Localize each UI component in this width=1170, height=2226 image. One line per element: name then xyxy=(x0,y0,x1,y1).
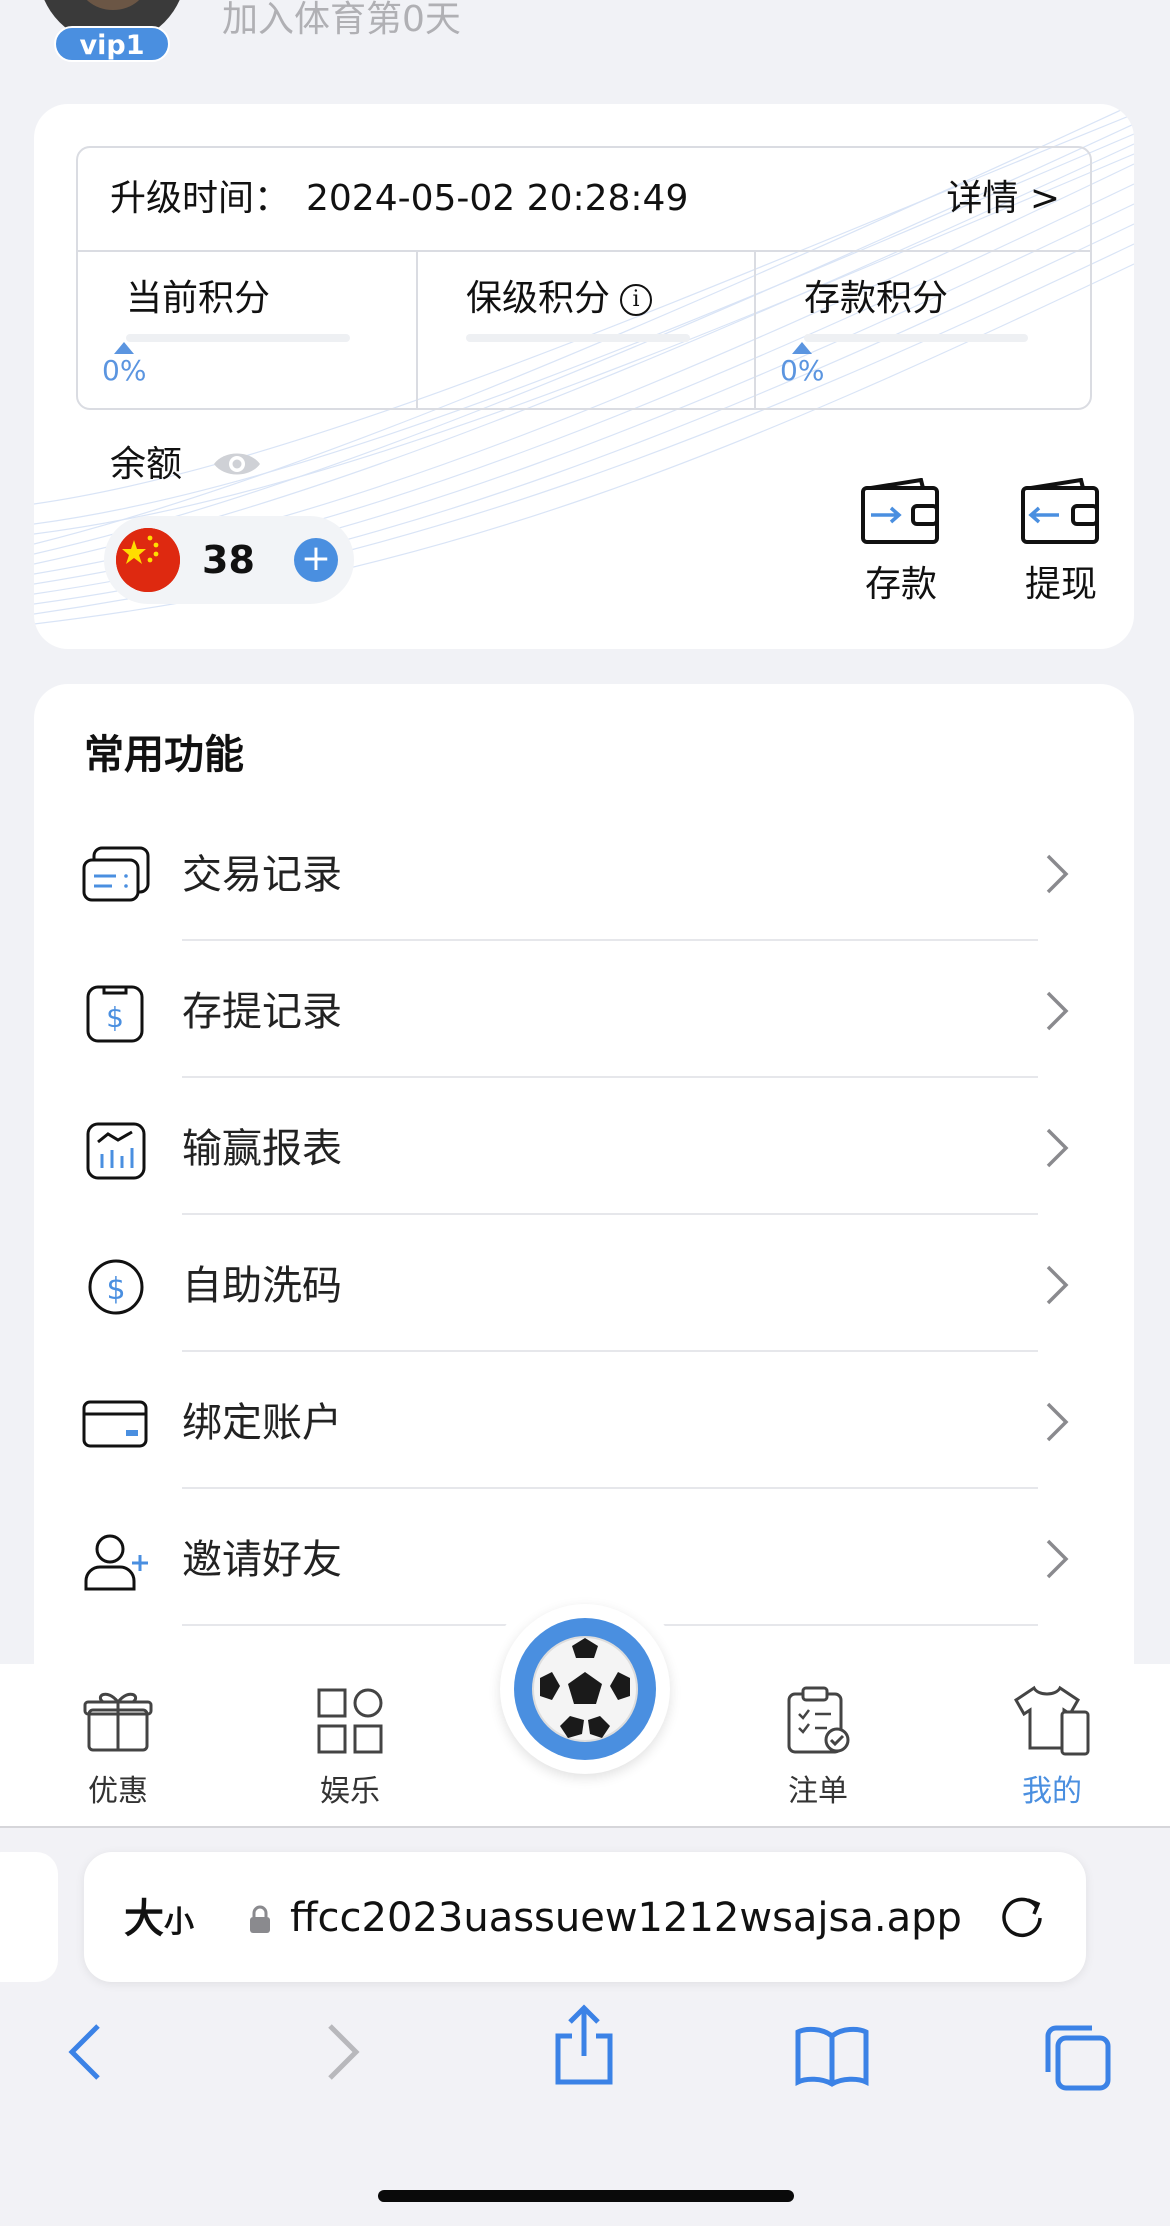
current-points-title: 当前积分 xyxy=(126,278,271,319)
chevron-right-icon xyxy=(1046,854,1069,894)
transaction-record-icon xyxy=(82,846,150,902)
reload-icon[interactable] xyxy=(994,1888,1050,1944)
upgrade-row: 升级时间： 2024-05-02 20:28:49 详情 > xyxy=(78,148,1090,252)
deposit-points-title: 存款积分 xyxy=(804,278,949,319)
menu-label: 自助洗码 xyxy=(182,1263,342,1309)
withdraw-label: 提现 xyxy=(1024,564,1097,605)
section-title: 常用功能 xyxy=(84,732,244,778)
info-icon[interactable]: i xyxy=(620,284,653,316)
chevron-right-icon xyxy=(1046,1128,1069,1168)
previous-tab-preview[interactable] xyxy=(0,1852,58,1982)
svg-text:$: $ xyxy=(106,1001,124,1034)
gift-icon xyxy=(83,1692,153,1752)
score-table: 升级时间： 2024-05-02 20:28:49 详情 > 当前积分 0% 保… xyxy=(76,146,1092,410)
tab-label: 注单 xyxy=(788,1774,848,1809)
current-points-cell: 当前积分 0% xyxy=(78,252,416,408)
menu-label: 绑定账户 xyxy=(182,1400,342,1446)
soccer-ball-icon xyxy=(532,1636,638,1742)
withdraw-wallet-icon xyxy=(1021,478,1099,544)
menu-win-loss-report[interactable]: 输赢报表 xyxy=(34,1078,1134,1215)
center-home-button[interactable] xyxy=(500,1604,670,1774)
balance-label: 余额 xyxy=(110,444,183,485)
tab-mine[interactable]: 我的 xyxy=(982,1680,1122,1820)
join-days-text: 加入体育第0天 xyxy=(222,0,461,40)
grid-icon xyxy=(317,1688,383,1754)
menu-label: 输赢报表 xyxy=(182,1126,342,1172)
self-rebate-icon: $ xyxy=(88,1259,144,1315)
balance-pill: 38 + xyxy=(104,516,354,604)
clipboard-icon xyxy=(787,1686,850,1754)
svg-text:$: $ xyxy=(106,1272,125,1307)
menu-transaction-record[interactable]: 交易记录 xyxy=(34,804,1134,941)
text-size-button[interactable]: 大小 xyxy=(124,1894,194,1948)
home-indicator xyxy=(378,2190,794,2202)
progress-marker-icon xyxy=(114,342,134,354)
deposit-withdraw-record-icon: $ xyxy=(86,985,144,1043)
tab-label: 优惠 xyxy=(88,1774,148,1809)
tab-entertainment[interactable]: 娱乐 xyxy=(280,1680,420,1820)
tabs-icon[interactable] xyxy=(1042,2022,1114,2094)
back-icon[interactable] xyxy=(64,2020,108,2084)
menu-deposit-withdraw-record[interactable]: $ 存提记录 xyxy=(34,941,1134,1078)
tab-label: 我的 xyxy=(1022,1774,1082,1809)
deposit-button[interactable]: 存款 xyxy=(836,468,966,618)
url-text[interactable]: ffcc2023uassuew1212wsajsa.app xyxy=(290,1892,962,1944)
eye-icon[interactable] xyxy=(212,448,262,480)
current-points-bar xyxy=(126,334,350,342)
tab-bets[interactable]: 注单 xyxy=(748,1680,888,1820)
level-card: 升级时间： 2024-05-02 20:28:49 详情 > 当前积分 0% 保… xyxy=(34,104,1134,649)
add-funds-button[interactable]: + xyxy=(294,538,338,582)
retain-points-bar xyxy=(466,334,690,342)
withdraw-button[interactable]: 提现 xyxy=(996,468,1126,618)
menu-label: 交易记录 xyxy=(182,852,342,898)
deposit-points-percent: 0% xyxy=(780,354,825,387)
chevron-right-icon xyxy=(1046,1265,1069,1305)
win-loss-report-icon xyxy=(86,1122,146,1180)
tab-label: 娱乐 xyxy=(320,1774,380,1809)
details-link[interactable]: 详情 > xyxy=(946,176,1060,222)
balance-value: 38 xyxy=(202,538,255,582)
retain-points-title: 保级积分 i xyxy=(466,276,653,322)
tab-promotions[interactable]: 优惠 xyxy=(48,1680,188,1820)
bookmarks-icon[interactable] xyxy=(794,2026,870,2088)
upgrade-time-label: 升级时间： xyxy=(110,178,291,219)
bind-account-icon xyxy=(82,1400,148,1448)
menu-label: 存提记录 xyxy=(182,989,342,1035)
lock-icon xyxy=(250,1905,270,1933)
menu-self-rebate[interactable]: $ 自助洗码 xyxy=(34,1215,1134,1352)
chevron-right-icon xyxy=(1046,991,1069,1031)
current-points-percent: 0% xyxy=(102,354,147,387)
invite-friend-icon xyxy=(84,1534,148,1591)
vip-badge: vip1 xyxy=(54,26,170,62)
forward-icon[interactable] xyxy=(320,2020,364,2084)
deposit-wallet-icon xyxy=(861,478,939,544)
chevron-right-icon xyxy=(1046,1402,1069,1442)
deposit-points-bar xyxy=(804,334,1028,342)
progress-marker-icon xyxy=(792,342,812,354)
shirt-icon xyxy=(1014,1685,1090,1756)
deposit-label: 存款 xyxy=(864,564,937,605)
chevron-right-icon xyxy=(1046,1539,1069,1579)
upgrade-time-value: 2024-05-02 20:28:49 xyxy=(306,178,689,219)
menu-label: 邀请好友 xyxy=(182,1537,342,1583)
menu-bind-account[interactable]: 绑定账户 xyxy=(34,1352,1134,1489)
address-bar[interactable]: 大小 ffcc2023uassuew1212wsajsa.app xyxy=(84,1852,1086,1982)
share-icon[interactable] xyxy=(552,2004,616,2088)
china-flag-icon xyxy=(116,528,180,592)
retain-points-cell: 保级积分 i xyxy=(416,252,754,408)
deposit-points-cell: 存款积分 0% xyxy=(754,252,1090,408)
